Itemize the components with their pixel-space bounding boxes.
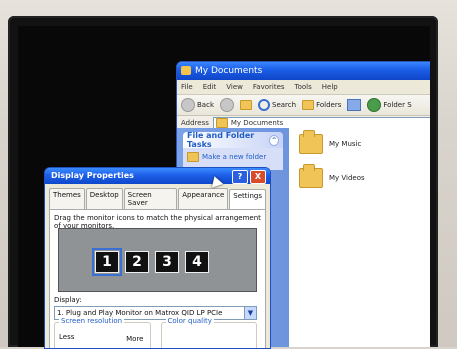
menu-edit[interactable]: Edit: [203, 80, 217, 94]
menu-tools[interactable]: Tools: [295, 80, 312, 94]
folders-button[interactable]: Folders: [302, 100, 341, 110]
file-list-pane: My Music My Videos: [289, 128, 430, 347]
folders-label: Folders: [316, 101, 342, 109]
menu-help[interactable]: Help: [322, 80, 338, 94]
views-icon[interactable]: [347, 99, 362, 111]
address-value: My Documents: [230, 119, 284, 127]
file-name: My Music: [329, 140, 362, 148]
folders-icon: [302, 100, 315, 110]
dialog-title-buttons: ? X: [232, 170, 266, 184]
folder-icon: [181, 66, 191, 75]
task-group-header[interactable]: File and Folder Tasks ^: [183, 132, 283, 149]
file-folder-tasks: File and Folder Tasks ^ Make a new folde…: [183, 132, 283, 170]
chevron-down-icon[interactable]: ▼: [244, 307, 256, 319]
folder-sync-label: Folder S: [383, 101, 412, 109]
tab-themes[interactable]: Themes: [49, 188, 85, 209]
monitor-1-icon[interactable]: 1: [92, 248, 122, 276]
folder-sync-button[interactable]: Folder S: [367, 98, 412, 112]
make-new-folder-link[interactable]: Make a new folder: [187, 152, 279, 162]
new-folder-icon: [187, 152, 199, 162]
file-item-my-videos[interactable]: My Videos: [299, 164, 365, 188]
forward-icon[interactable]: [220, 98, 234, 112]
dialog-titlebar[interactable]: Display Properties ? X: [45, 168, 270, 184]
search-label: Search: [272, 101, 297, 109]
color-quality-group: Color quality: [160, 317, 257, 348]
dialog-title: Display Properties: [51, 171, 134, 180]
tab-desktop[interactable]: Desktop: [85, 188, 123, 209]
menu-view[interactable]: View: [226, 80, 243, 94]
display-label: Display:: [54, 296, 82, 304]
tab-settings[interactable]: Settings: [229, 189, 266, 210]
display-properties-dialog: Display Properties ? X Themes Desktop Sc…: [44, 167, 271, 349]
back-label: Back: [197, 101, 214, 109]
back-button[interactable]: Back: [181, 98, 214, 112]
close-button[interactable]: X: [250, 170, 266, 184]
photo-background: My Documents File Edit View Favorites To…: [0, 0, 457, 349]
dialog-tabs: Themes Desktop Screen Saver Appearance S…: [45, 184, 270, 210]
up-folder-icon[interactable]: [240, 100, 252, 110]
music-folder-icon: [299, 130, 323, 154]
monitor-icons: 1 2 3 4: [92, 248, 209, 276]
monitor-3-icon[interactable]: 3: [155, 251, 179, 273]
menu-bar: File Edit View Favorites Tools Help: [177, 80, 430, 95]
window-titlebar[interactable]: My Documents: [177, 62, 430, 80]
menu-favorites[interactable]: Favorites: [253, 80, 285, 94]
settings-groups: Screen resolution Less More Color qualit…: [54, 317, 257, 348]
menu-file[interactable]: File: [181, 80, 193, 94]
window-title: My Documents: [195, 66, 263, 76]
task-group-title: File and Folder Tasks: [187, 132, 255, 149]
screen-resolution-group: Screen resolution Less More: [54, 317, 151, 348]
resolution-more-label: More: [126, 335, 144, 343]
address-folder-icon: [215, 118, 228, 128]
back-icon: [181, 98, 195, 112]
screen-resolution-label: Screen resolution: [59, 317, 125, 325]
resolution-less-label: Less: [59, 333, 75, 341]
help-button[interactable]: ?: [232, 170, 248, 184]
monitor-4-icon[interactable]: 4: [185, 251, 209, 273]
search-icon: [258, 99, 270, 111]
search-button[interactable]: Search: [258, 99, 296, 111]
tab-screen-saver[interactable]: Screen Saver: [123, 188, 178, 209]
sync-icon: [367, 98, 382, 112]
standard-toolbar: Back Search Folders Folder S: [177, 95, 430, 116]
color-quality-label: Color quality: [165, 317, 214, 325]
make-new-folder-label: Make a new folder: [202, 153, 267, 161]
file-name: My Videos: [329, 174, 365, 182]
collapse-chevron-icon[interactable]: ^: [269, 134, 279, 146]
file-item-my-music[interactable]: My Music: [299, 130, 362, 154]
video-folder-icon: [299, 164, 323, 188]
settings-tab-panel: Drag the monitor icons to match the phys…: [49, 209, 266, 348]
address-label: Address: [181, 119, 209, 127]
monitor-2-icon[interactable]: 2: [125, 251, 149, 273]
monitor-arrangement-area: 1 2 3 4: [58, 228, 257, 292]
tab-appearance[interactable]: Appearance: [178, 188, 229, 209]
display-select-value: 1. Plug and Play Monitor on Matrox QID L…: [57, 309, 223, 317]
